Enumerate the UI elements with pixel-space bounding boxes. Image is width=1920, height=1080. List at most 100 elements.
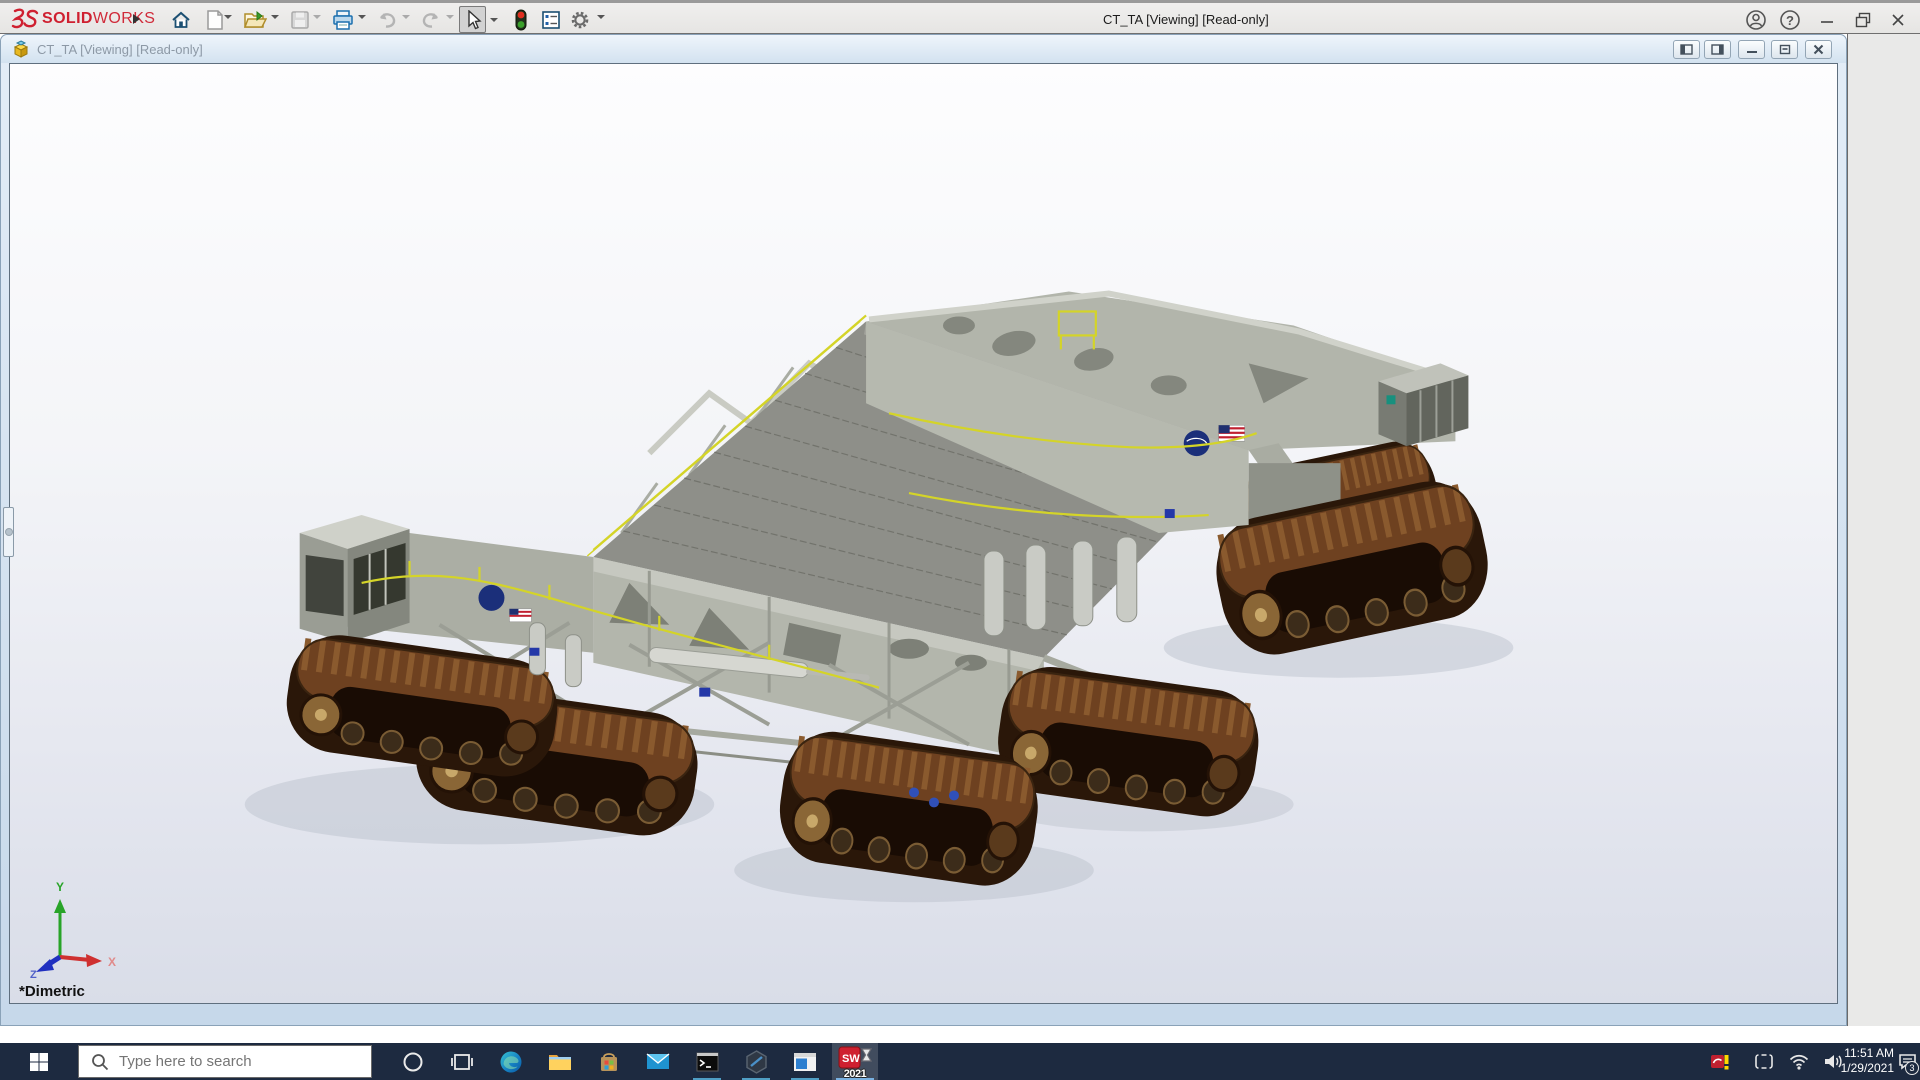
new-document-button[interactable] xyxy=(201,6,228,33)
taskbar-hexagon-app[interactable] xyxy=(734,1043,778,1080)
view-orientation-label: *Dimetric xyxy=(19,983,85,1000)
close-button[interactable] xyxy=(1886,8,1910,32)
help-glyph: ? xyxy=(1786,13,1794,28)
redo-icon xyxy=(420,11,442,29)
taskbar-file-explorer[interactable] xyxy=(538,1043,582,1080)
help-button[interactable]: ? xyxy=(1778,8,1802,32)
minimize-button[interactable] xyxy=(1815,8,1839,32)
print-dropdown[interactable] xyxy=(358,15,366,19)
search-icon xyxy=(91,1053,109,1071)
task-view-icon xyxy=(451,1051,473,1073)
rebuild-traffic-light-icon xyxy=(514,9,528,31)
store-icon xyxy=(598,1051,620,1073)
solidworks-alert-icon xyxy=(1710,1052,1730,1072)
document-titlebar[interactable]: CT_TA [Viewing] [Read-only] xyxy=(1,35,1846,63)
open-button[interactable] xyxy=(241,6,268,33)
doc-close-icon xyxy=(1813,44,1824,55)
right-pane-icon xyxy=(1711,44,1724,55)
tray-action-center[interactable]: 3 xyxy=(1894,1043,1920,1080)
restore-button[interactable] xyxy=(1851,8,1875,32)
task-pane-area xyxy=(1847,34,1920,1026)
options-gear-icon xyxy=(569,9,591,31)
select-button[interactable] xyxy=(459,6,486,33)
tray-display-connect[interactable] xyxy=(1750,1043,1778,1080)
taskbar-edge[interactable] xyxy=(489,1043,533,1080)
tray-solidworks-alert[interactable] xyxy=(1706,1043,1734,1080)
crawler-transporter-model[interactable] xyxy=(10,64,1837,1003)
show-left-pane-button[interactable] xyxy=(1673,40,1700,59)
file-explorer-icon xyxy=(548,1052,572,1072)
app-background-strip xyxy=(0,1026,1920,1043)
window-title: CT_TA [Viewing] [Read-only] xyxy=(1103,12,1269,27)
start-button[interactable] xyxy=(0,1043,78,1080)
undo-icon xyxy=(376,11,398,29)
taskbar-mail[interactable] xyxy=(636,1043,680,1080)
restore-icon xyxy=(1855,12,1871,28)
save-button[interactable] xyxy=(286,6,313,33)
print-button[interactable] xyxy=(329,6,356,33)
account-button[interactable] xyxy=(1744,8,1768,32)
windows-taskbar: SW 2021 xyxy=(0,1043,1920,1080)
home-icon xyxy=(170,9,192,31)
nasa-logo-left xyxy=(478,585,504,611)
minimize-icon xyxy=(1820,13,1834,27)
triad-y-arrow xyxy=(54,899,66,913)
open-dropdown[interactable] xyxy=(271,15,279,19)
display-connect-icon xyxy=(1754,1053,1774,1071)
tray-clock[interactable]: 11:51 AM 1/29/2021 xyxy=(1818,1046,1894,1076)
redo-dropdown[interactable] xyxy=(446,15,454,19)
clock-date: 1/29/2021 xyxy=(1818,1061,1894,1076)
new-document-dropdown[interactable] xyxy=(224,15,232,19)
save-icon xyxy=(290,10,310,30)
graphics-viewport[interactable]: Y X Z *Dimetric xyxy=(9,63,1838,1004)
search-input[interactable] xyxy=(119,1053,349,1070)
doc-restore-button[interactable] xyxy=(1771,40,1798,59)
edge-icon xyxy=(499,1050,523,1074)
select-dropdown-arrow xyxy=(490,18,498,22)
taskbar-solidworks[interactable]: SW 2021 xyxy=(832,1043,878,1080)
account-icon xyxy=(1745,9,1767,31)
save-dropdown[interactable] xyxy=(313,15,321,19)
notification-badge: 3 xyxy=(1905,1061,1919,1075)
hourglass-busy-icon xyxy=(862,1049,871,1061)
options-dropdown[interactable] xyxy=(597,15,605,19)
undo-dropdown[interactable] xyxy=(402,15,410,19)
redo-button[interactable] xyxy=(417,6,444,33)
terminal-icon xyxy=(696,1052,719,1072)
triad-z-label: Z xyxy=(30,969,37,979)
print-icon xyxy=(332,10,354,30)
doc-close-button[interactable] xyxy=(1805,40,1832,59)
taskbar-search[interactable] xyxy=(78,1045,372,1078)
close-icon xyxy=(1891,13,1905,27)
select-cursor-icon xyxy=(464,10,482,30)
show-right-pane-button[interactable] xyxy=(1704,40,1731,59)
assembly-document-icon xyxy=(12,40,31,58)
featuremanager-splitter-handle[interactable] xyxy=(3,507,14,557)
taskbar-task-view[interactable] xyxy=(440,1043,484,1080)
taskbar-cortana[interactable] xyxy=(391,1043,435,1080)
triad-y-label: Y xyxy=(56,880,64,894)
left-pane-icon xyxy=(1680,44,1693,55)
undo-button[interactable] xyxy=(373,6,400,33)
toolbar-expander-arrow[interactable] xyxy=(133,14,140,24)
nasa-logo xyxy=(1184,430,1210,456)
taskbar-window-app[interactable] xyxy=(783,1043,827,1080)
triad-x-label: X xyxy=(108,955,116,969)
solidworks-logo-glyph xyxy=(10,8,40,30)
file-properties-icon xyxy=(541,10,561,30)
taskbar-terminal[interactable] xyxy=(685,1043,729,1080)
rebuild-button[interactable] xyxy=(507,6,534,33)
front-cab xyxy=(300,515,410,643)
taskbar-store[interactable] xyxy=(587,1043,631,1080)
hexagon-app-icon xyxy=(745,1050,768,1074)
solidworks-app-icon: SW xyxy=(838,1045,872,1071)
doc-minimize-button[interactable] xyxy=(1738,40,1765,59)
mail-icon xyxy=(646,1052,670,1071)
select-dropdown[interactable] xyxy=(487,6,501,33)
tray-wifi[interactable] xyxy=(1784,1043,1814,1080)
app-titlebar: SOLIDWORKS xyxy=(0,0,1920,34)
options-button[interactable] xyxy=(566,6,593,33)
home-button[interactable] xyxy=(167,6,194,33)
file-properties-button[interactable] xyxy=(537,6,564,33)
triad-x-arrow xyxy=(86,954,102,967)
